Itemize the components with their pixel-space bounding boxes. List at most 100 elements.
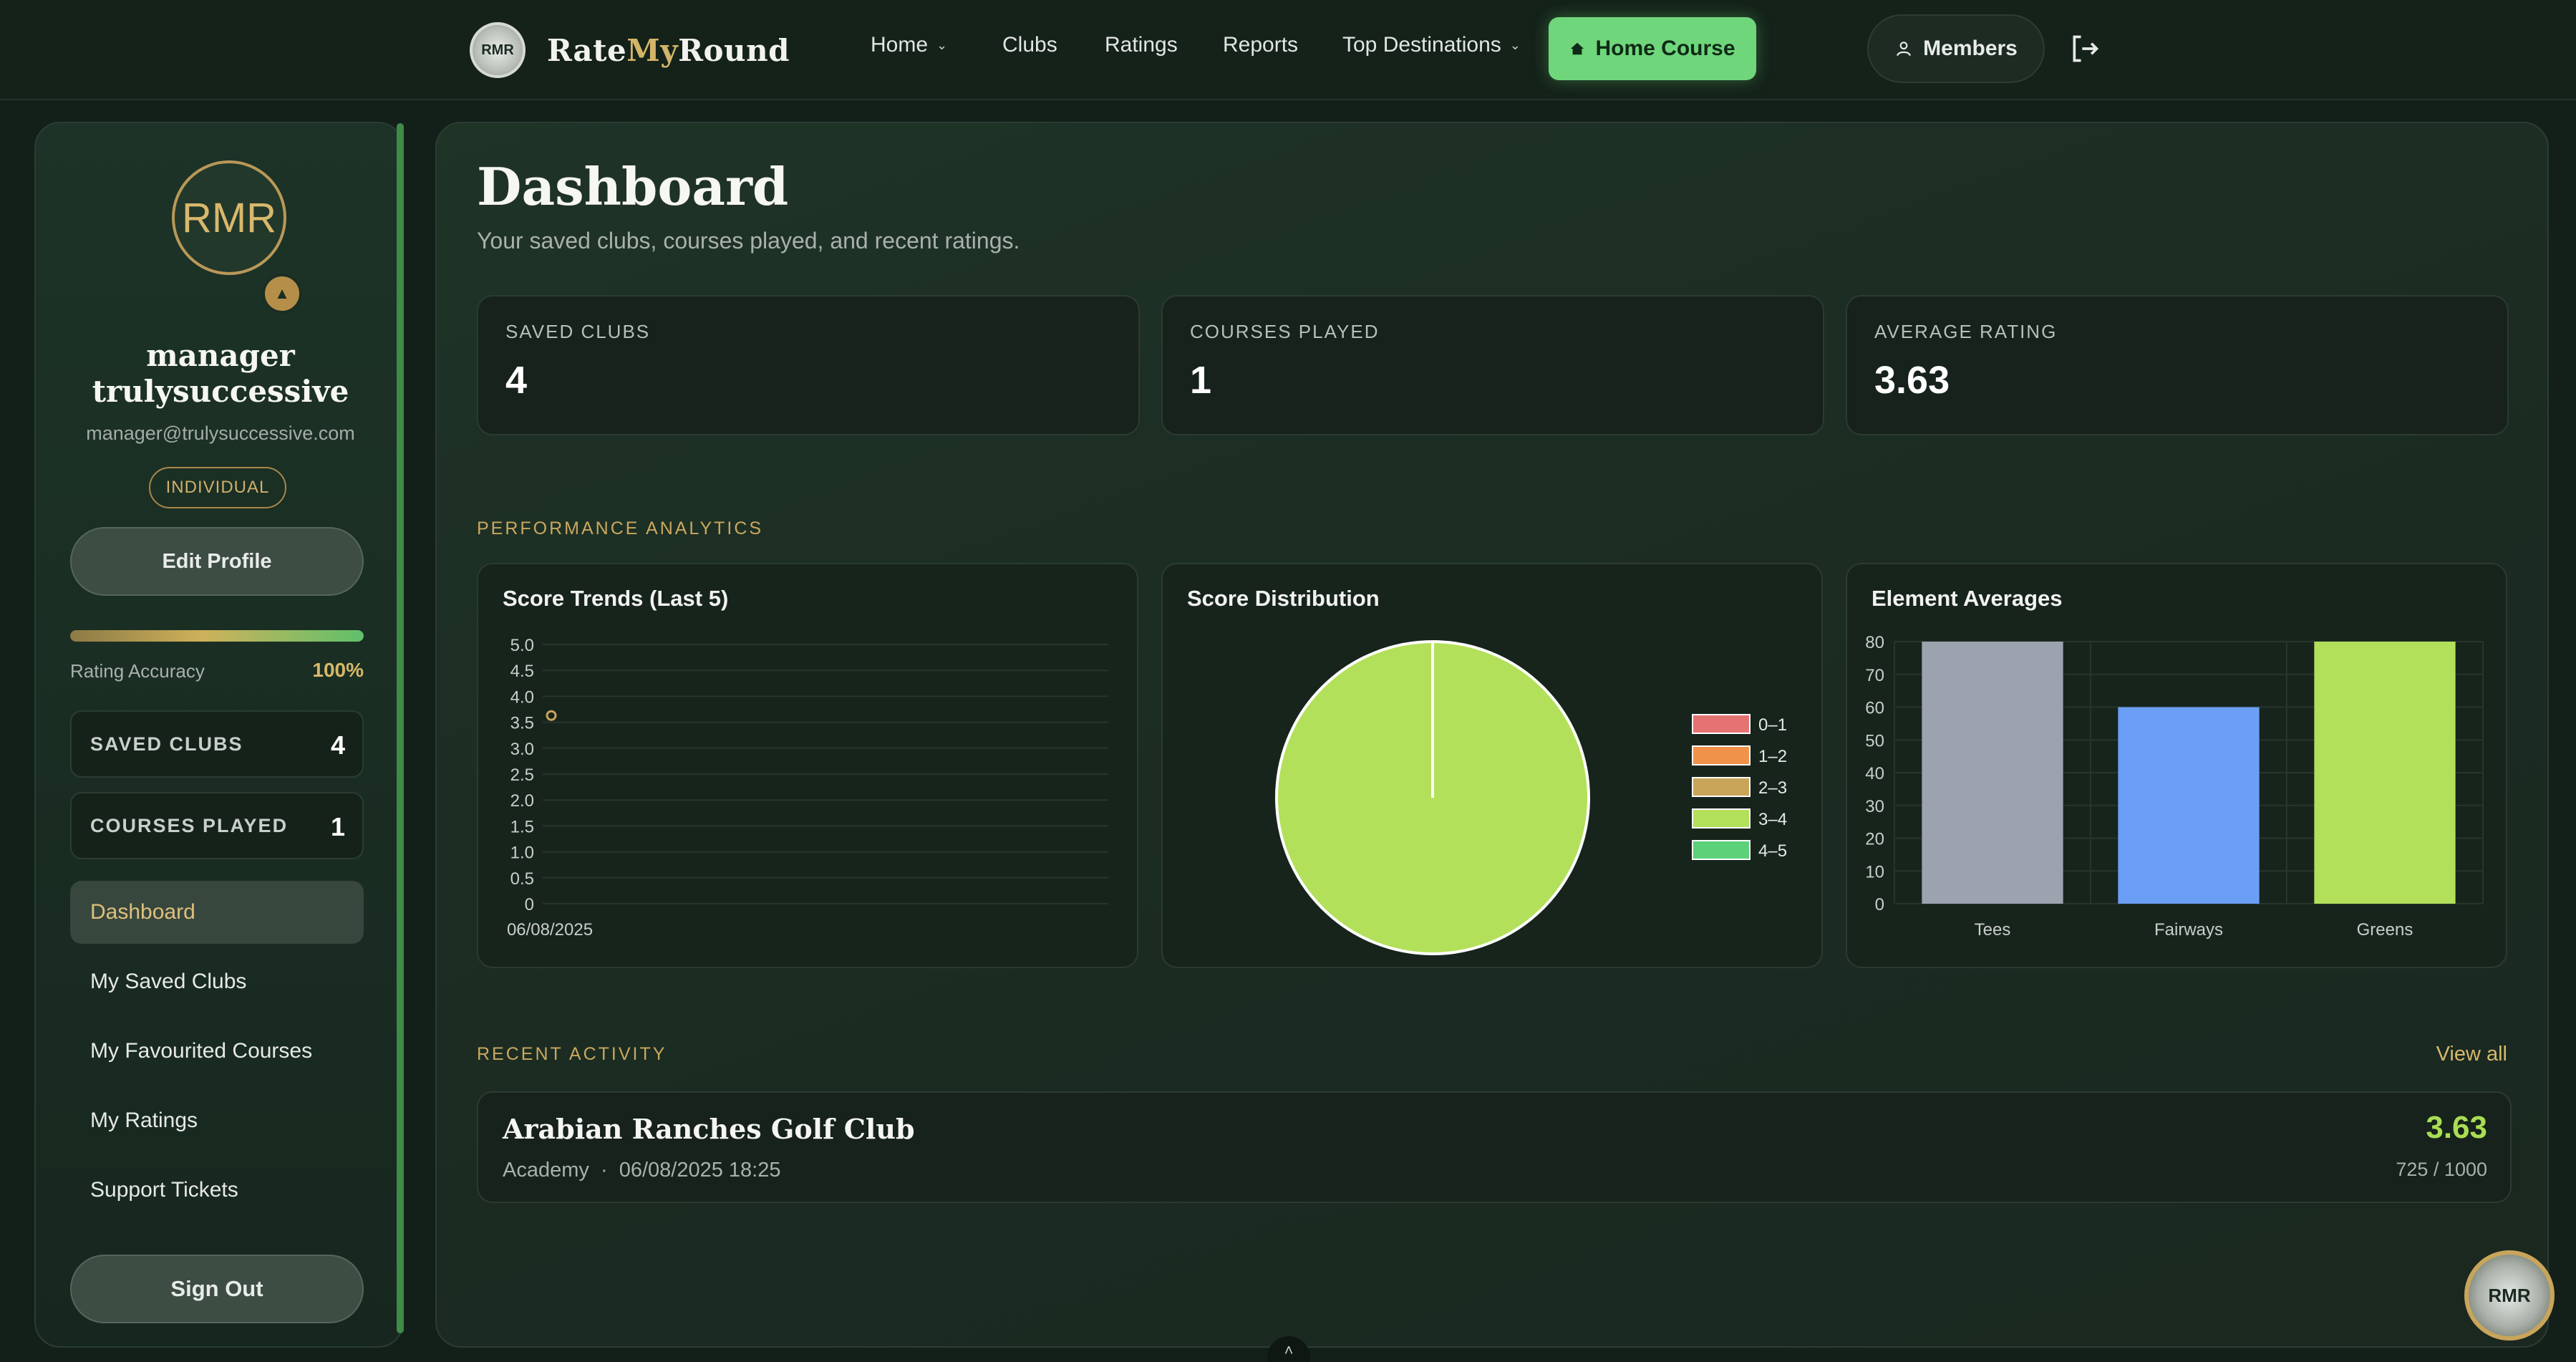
x-tick-label: Greens: [2357, 920, 2413, 940]
rating-accuracy-bar: [70, 630, 364, 642]
bar: [2314, 642, 2456, 904]
y-tick-label: 70: [1865, 666, 1884, 685]
chart-score-distribution: Score Distribution 0–1 1–2 2–3 3–4 4–5: [1161, 563, 1823, 968]
y-tick-label: 10: [1865, 862, 1884, 882]
brand[interactable]: RMR RateMyRound: [470, 21, 790, 79]
sidebar-item-dashboard[interactable]: Dashboard: [70, 881, 364, 944]
stat-label: COURSES PLAYED: [90, 815, 289, 836]
sidebar-stat-courses-played: COURSES PLAYED 1: [70, 792, 364, 859]
y-tick-label: 50: [1865, 731, 1884, 750]
nav-reports-label: Reports: [1223, 33, 1299, 57]
members-label: Members: [1923, 37, 2018, 60]
avatar-badge-icon: ▲: [262, 274, 302, 314]
legend-label: 3–4: [1758, 810, 1787, 829]
y-tick-label: 2.0: [510, 791, 534, 811]
y-tick-label: 40: [1865, 764, 1884, 783]
nav-ratings[interactable]: Ratings: [1105, 33, 1178, 57]
chevron-down-icon: ⌄: [1509, 37, 1521, 52]
y-tick-label: 1.5: [510, 817, 534, 836]
legend-swatch: [1692, 808, 1751, 829]
plan-badge: INDIVIDUAL: [149, 467, 286, 508]
legend-swatch: [1692, 840, 1751, 860]
bar: [1922, 642, 2063, 904]
nav-clubs[interactable]: Clubs: [1002, 33, 1057, 57]
legend-label: 4–5: [1758, 841, 1787, 861]
legend-label: 2–3: [1758, 778, 1787, 798]
data-point: [546, 710, 557, 721]
sidebar-item-saved-clubs[interactable]: My Saved Clubs: [70, 950, 364, 1013]
top-nav: RMR RateMyRound Home ⌄ Clubs Ratings Rep…: [0, 0, 2576, 100]
sidebar-item-support-tickets[interactable]: Support Tickets: [70, 1159, 364, 1222]
nav-home-label: Home: [871, 33, 929, 57]
stat-value: 4: [330, 730, 345, 760]
sidebar-scrollbar[interactable]: [397, 123, 404, 1333]
y-tick-label: 3.0: [510, 740, 534, 759]
brand-logo: RMR: [470, 22, 526, 78]
sidebar-item-favourited-courses[interactable]: My Favourited Courses: [70, 1020, 364, 1083]
home-icon: [1571, 42, 1584, 55]
pie-chart: 0–1 1–2 2–3 3–4 4–5: [1275, 640, 1787, 955]
nav-ratings-label: Ratings: [1105, 33, 1178, 57]
stat-value: 1: [330, 812, 345, 841]
x-tick-label: Tees: [1975, 920, 2011, 940]
nav-reports[interactable]: Reports: [1223, 33, 1298, 57]
activity-club-name: Arabian Ranches Golf Club: [503, 1113, 915, 1145]
kpi-label: AVERAGE RATING: [1874, 321, 2058, 342]
kpi-value: 4: [505, 359, 528, 402]
avatar: RMR: [172, 160, 286, 275]
x-tick-label: 06/08/2025: [507, 920, 593, 940]
bar: [2118, 707, 2260, 904]
floating-logo-button[interactable]: RMR: [2464, 1250, 2555, 1341]
members-button[interactable]: Members: [1867, 14, 2045, 83]
user-name: manager trulysuccessive: [92, 338, 349, 409]
activity-score: 3.63: [2426, 1110, 2487, 1145]
page-title: Dashboard: [477, 156, 789, 217]
kpi-saved-clubs: SAVED CLUBS 4: [477, 295, 1140, 435]
chart-score-trends: Score Trends (Last 5) 5.0 4.5 4.0 3.5 3.0 2.5…: [477, 563, 1138, 968]
stat-label: SAVED CLUBS: [90, 733, 243, 755]
view-all-link[interactable]: View all: [2436, 1043, 2507, 1066]
rating-accuracy-fill: [70, 630, 364, 642]
analytics-heading: PERFORMANCE ANALYTICS: [477, 518, 764, 538]
nav-home[interactable]: Home ⌄: [871, 33, 947, 57]
legend-label: 0–1: [1758, 715, 1787, 735]
legend-swatch: [1692, 777, 1751, 797]
y-tick-label: 0: [1875, 895, 1884, 914]
recent-activity-heading: RECENT ACTIVITY: [477, 1044, 667, 1064]
activity-course: Academy: [503, 1159, 589, 1182]
activity-meta: Academy · 06/08/2025 18:25: [503, 1159, 780, 1182]
bar-chart: 80 70 60 50 40 30 20 10 0 Tees Fairways Greens: [1865, 633, 2484, 940]
sidebar-item-my-ratings[interactable]: My Ratings: [70, 1089, 364, 1152]
kpi-average-rating: AVERAGE RATING 3.63: [1846, 295, 2509, 435]
brand-name: RateMyRound: [547, 32, 790, 68]
home-course-button[interactable]: Home Course: [1549, 17, 1756, 80]
activity-points: 725 / 1000: [2396, 1159, 2487, 1180]
sidebar-stat-saved-clubs: SAVED CLUBS 4: [70, 710, 364, 778]
legend-swatch: [1692, 714, 1751, 734]
home-course-label: Home Course: [1595, 37, 1735, 60]
legend-label: 1–2: [1758, 747, 1787, 766]
y-tick-label: 0.5: [510, 869, 534, 889]
y-tick-label: 2.5: [510, 765, 534, 785]
y-tick-label: 80: [1865, 633, 1884, 652]
activity-separator: ·: [600, 1159, 608, 1182]
logout-icon[interactable]: [2069, 33, 2101, 64]
y-tick-label: 1.0: [510, 844, 534, 863]
chart-element-averages: Element Averages 80 70 60 50 40 30 20 10 0 Tees Fa…: [1846, 563, 2507, 968]
edit-profile-button[interactable]: Edit Profile: [70, 527, 364, 596]
x-tick-label: Fairways: [2154, 920, 2223, 940]
kpi-label: COURSES PLAYED: [1190, 321, 1380, 342]
sidebar: RMR ▲ manager trulysuccessive manager@tr…: [34, 122, 404, 1348]
activity-datetime: 06/08/2025 18:25: [619, 1159, 781, 1182]
nav-top-destinations[interactable]: Top Destinations ⌄: [1342, 33, 1521, 57]
kpi-courses-played: COURSES PLAYED 1: [1161, 295, 1824, 435]
nav-top-destinations-label: Top Destinations: [1342, 33, 1501, 57]
rating-accuracy-value: 100%: [312, 659, 364, 681]
activity-item[interactable]: Arabian Ranches Golf Club Academy · 06/0…: [477, 1091, 2512, 1203]
y-tick-label: 5.0: [510, 636, 534, 655]
nav-clubs-label: Clubs: [1002, 33, 1057, 57]
y-tick-label: 20: [1865, 830, 1884, 849]
sign-out-button[interactable]: Sign Out: [70, 1255, 364, 1323]
y-tick-label: 4.0: [510, 687, 534, 707]
user-icon: [1897, 42, 1911, 57]
